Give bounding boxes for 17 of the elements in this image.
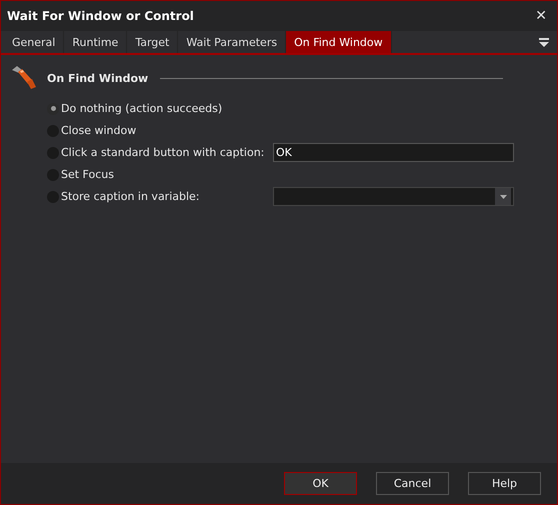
option-label: Close window — [61, 124, 138, 137]
radio-button[interactable] — [47, 102, 59, 114]
caption-field[interactable]: OK — [273, 143, 514, 162]
window-title: Wait For Window or Control — [7, 9, 194, 23]
option-label: Set Focus — [61, 168, 115, 181]
overflow-icon[interactable] — [539, 38, 549, 47]
dialog-button[interactable]: Help — [468, 472, 541, 495]
section-title: On Find Window — [47, 72, 148, 84]
variable-dropdown[interactable] — [273, 187, 514, 206]
wrench-icon — [11, 65, 37, 91]
dialog-button[interactable]: OK — [284, 472, 357, 495]
tab[interactable]: On Find Window — [286, 31, 392, 53]
option-label: Do nothing (action succeeds) — [61, 102, 224, 115]
dialog-button[interactable]: Cancel — [376, 472, 449, 495]
option-label: Store caption in variable: — [61, 190, 201, 203]
close-button[interactable]: ✕ — [531, 8, 551, 24]
dropdown-arrow-icon — [500, 194, 506, 198]
